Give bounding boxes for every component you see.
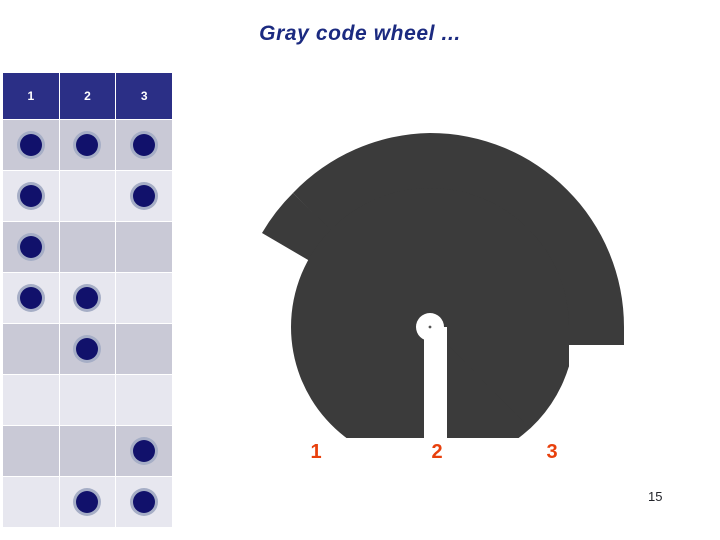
column-header-bit-2: 2 [59, 73, 116, 119]
table-body [3, 120, 172, 527]
table-row [3, 477, 172, 527]
bit-dot-on [19, 287, 42, 309]
table-cell-bit-1 [3, 120, 59, 170]
table-cell-bit-3 [116, 477, 172, 527]
wheel-track-label-3: 3 [546, 441, 558, 463]
table-cell-bit-1 [3, 273, 59, 323]
bit-dot-on [76, 134, 99, 156]
table-cell-bit-2 [59, 324, 116, 374]
column-header-bit-3: 3 [116, 73, 172, 119]
table-row [3, 324, 172, 374]
bit-dot-on [133, 440, 156, 462]
bit-dot-on [19, 185, 42, 207]
table-cell-bit-2 [59, 120, 116, 170]
wheel-track-label-2: 2 [431, 441, 443, 463]
wheel-svg [262, 133, 624, 438]
table-header-row: 1 2 3 [3, 73, 172, 119]
table-cell-bit-3 [116, 324, 172, 374]
table-row [3, 426, 172, 476]
bit-dot-on [76, 338, 99, 360]
table-row [3, 171, 172, 221]
table-cell-bit-3 [116, 375, 172, 425]
bit-dot-on [133, 491, 156, 513]
table-cell-bit-3 [116, 426, 172, 476]
page-number: 15 [648, 489, 663, 504]
page-title: Gray code wheel ... [259, 22, 461, 45]
wheel-center-point [428, 325, 432, 329]
table-cell-bit-2 [59, 171, 116, 221]
table-row [3, 273, 172, 323]
table-cell-bit-3 [116, 120, 172, 170]
table-cell-bit-2 [59, 426, 116, 476]
table-cell-bit-1 [3, 324, 59, 374]
table-cell-bit-2 [59, 222, 116, 272]
bit-dot-on [133, 134, 156, 156]
bit-dot-on [19, 236, 42, 258]
column-header-bit-1: 1 [3, 73, 59, 119]
gray-code-table: 1 2 3 [2, 72, 173, 528]
gray-code-wheel-diagram [228, 128, 628, 438]
table-cell-bit-1 [3, 375, 59, 425]
wheel-inner-notch [424, 327, 447, 438]
table-row [3, 222, 172, 272]
bit-dot-on [19, 134, 42, 156]
wheel-track-label-1: 1 [310, 441, 322, 463]
bit-dot-on [76, 491, 99, 513]
table-cell-bit-3 [116, 273, 172, 323]
table-cell-bit-1 [3, 426, 59, 476]
table-cell-bit-1 [3, 222, 59, 272]
table-cell-bit-1 [3, 477, 59, 527]
table-cell-bit-2 [59, 477, 116, 527]
table-cell-bit-2 [59, 375, 116, 425]
table-cell-bit-3 [116, 222, 172, 272]
table-row [3, 120, 172, 170]
table-row [3, 375, 172, 425]
table-cell-bit-1 [3, 171, 59, 221]
bit-dot-on [133, 185, 156, 207]
table-cell-bit-3 [116, 171, 172, 221]
bit-dot-on [76, 287, 99, 309]
table-cell-bit-2 [59, 273, 116, 323]
